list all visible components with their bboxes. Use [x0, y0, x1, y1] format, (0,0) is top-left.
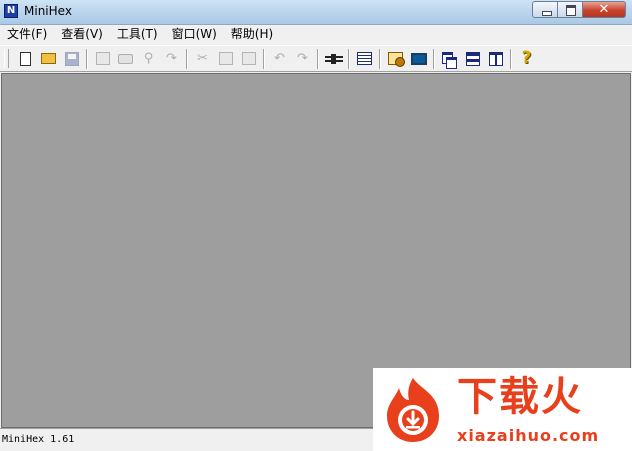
toolbar-separator [379, 48, 381, 69]
new-file-icon [20, 51, 31, 66]
open-folder-icon [41, 53, 56, 64]
title-bar[interactable]: N MiniHex ✕ [0, 0, 632, 25]
copy-icon [218, 52, 233, 65]
undo-button[interactable]: ↶ [268, 48, 291, 70]
tile-horizontal-button[interactable] [461, 48, 484, 70]
help-icon: ? [521, 48, 532, 68]
cascade-icon [442, 51, 457, 69]
settings-icon [388, 52, 405, 67]
find-button[interactable]: ⚲ [137, 48, 160, 70]
tile-vertical-button[interactable] [484, 48, 507, 70]
tile-horizontal-icon [465, 51, 480, 66]
find-icon: ⚲ [143, 50, 154, 66]
open-button[interactable] [37, 48, 60, 70]
maximize-button[interactable] [558, 1, 583, 18]
cut-icon: ✂ [197, 50, 208, 66]
paste-icon [241, 52, 256, 65]
toolbar-separator [433, 48, 435, 69]
redo-button[interactable]: ↷ [291, 48, 314, 70]
minimize-button[interactable] [532, 1, 558, 18]
watermark-url: xiazaihuo.com [457, 426, 600, 445]
paste-button[interactable] [237, 48, 260, 70]
minimize-icon [542, 11, 552, 16]
toolbar-grip[interactable] [4, 49, 9, 68]
pin-button[interactable] [322, 48, 345, 70]
toolbar-separator [186, 48, 188, 69]
print-button[interactable] [114, 48, 137, 70]
status-text: MiniHex 1.61 [2, 434, 75, 445]
settings-button[interactable] [384, 48, 407, 70]
menu-window[interactable]: 窗口(W) [165, 25, 224, 44]
properties-icon [95, 52, 110, 65]
menu-bar: 文件(F) 查看(V) 工具(T) 窗口(W) 帮助(H) [0, 25, 632, 44]
cascade-button[interactable] [438, 48, 461, 70]
goto-button[interactable]: ↷ [160, 48, 183, 70]
monitor-button[interactable] [407, 48, 430, 70]
table-button[interactable] [353, 48, 376, 70]
app-window: N MiniHex ✕ 文件(F) 查看(V) 工具(T) 窗口(W) 帮助(H… [0, 0, 632, 451]
watermark-brand: 下载火 [457, 374, 583, 420]
toolbar: ⚲ ↷ ✂ ↶ ↷ ? [0, 45, 632, 72]
cut-button[interactable]: ✂ [191, 48, 214, 70]
copy-button[interactable] [214, 48, 237, 70]
monitor-icon [410, 52, 427, 65]
undo-icon: ↶ [274, 50, 285, 66]
menu-view[interactable]: 查看(V) [54, 25, 110, 44]
window-title: MiniHex [24, 4, 72, 18]
menu-tools[interactable]: 工具(T) [110, 25, 165, 44]
toolbar-separator [348, 48, 350, 69]
toolbar-separator [86, 48, 88, 69]
watermark: 下载火 xiazaihuo.com [373, 368, 632, 451]
redo-icon: ↷ [297, 50, 308, 66]
menu-help[interactable]: 帮助(H) [224, 25, 280, 44]
properties-button[interactable] [91, 48, 114, 70]
pin-icon [324, 53, 343, 64]
close-button[interactable]: ✕ [583, 1, 626, 18]
goto-icon: ↷ [166, 50, 177, 66]
menu-file[interactable]: 文件(F) [0, 25, 54, 44]
save-icon [64, 51, 79, 66]
close-icon: ✕ [598, 2, 610, 17]
table-icon [357, 52, 372, 65]
app-icon[interactable]: N [4, 4, 18, 18]
print-icon [118, 53, 133, 64]
maximize-icon [566, 5, 576, 16]
save-button[interactable] [60, 48, 83, 70]
window-controls: ✕ [532, 1, 626, 18]
toolbar-separator [510, 48, 512, 69]
help-button[interactable]: ? [515, 48, 538, 70]
tile-vertical-icon [488, 51, 503, 66]
flame-logo-icon [387, 378, 439, 442]
toolbar-separator [263, 48, 265, 69]
new-file-button[interactable] [14, 48, 37, 70]
toolbar-separator [317, 48, 319, 69]
